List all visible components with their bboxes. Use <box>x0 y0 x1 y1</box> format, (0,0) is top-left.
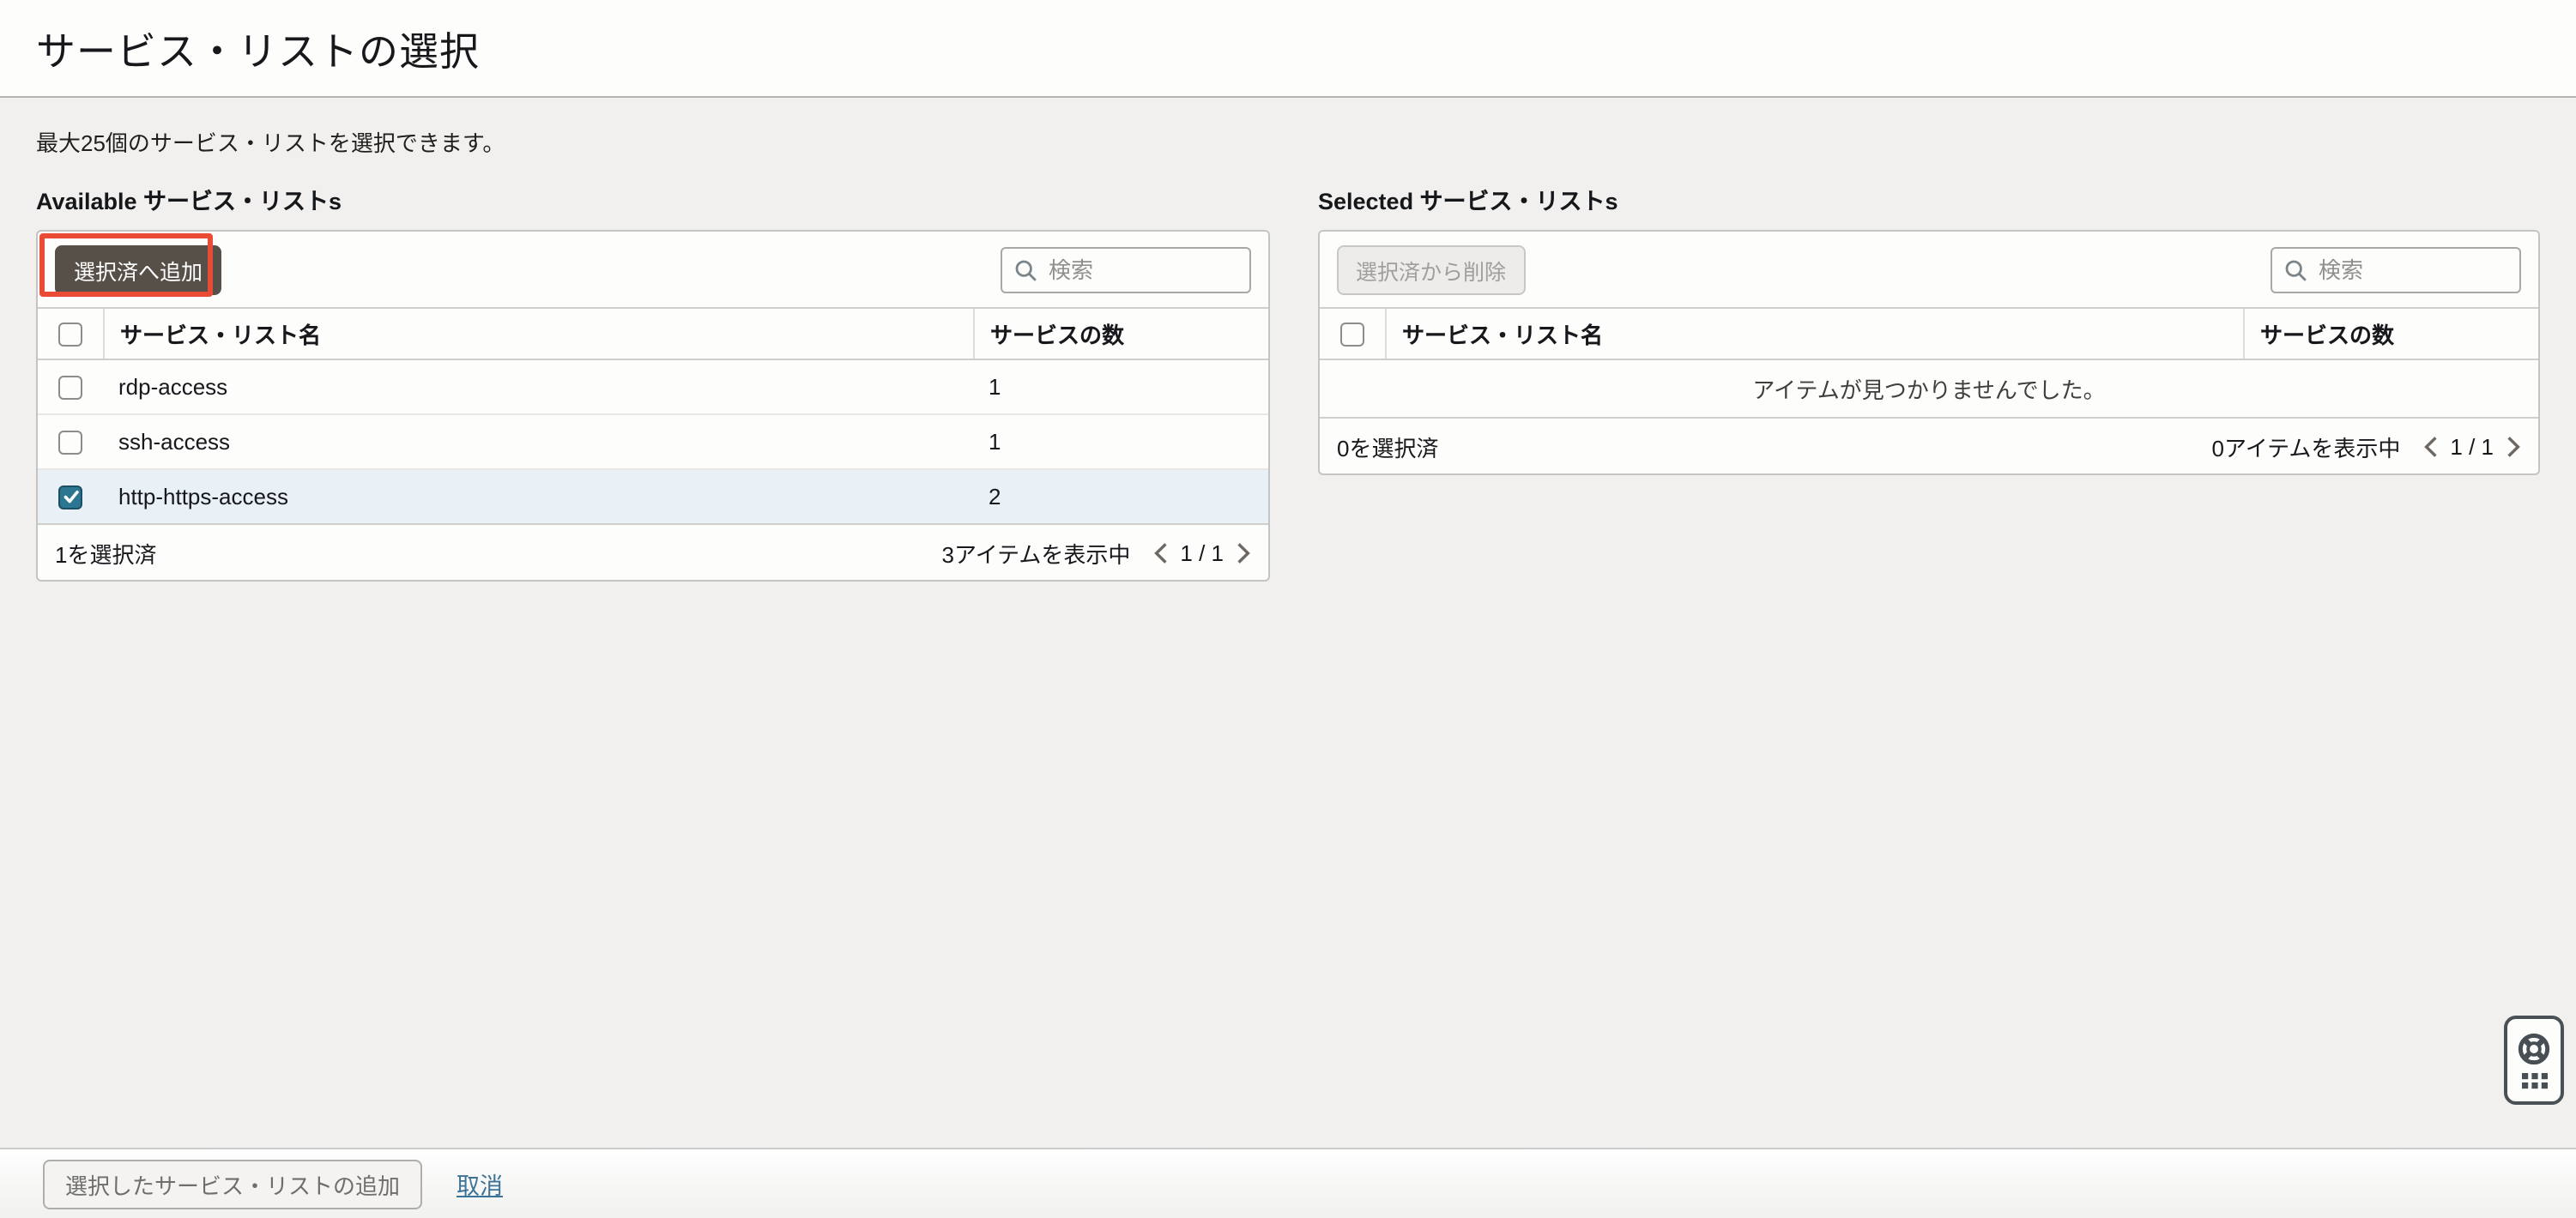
service-list-name: rdp-access <box>103 374 973 400</box>
showing-items-text: 3アイテムを表示中 <box>942 536 1131 569</box>
page-indicator: 1 / 1 <box>2450 433 2494 459</box>
available-section: Available サービス・リストs 選択済へ追加 <box>36 182 1270 582</box>
selected-count-text: 1を選択済 <box>55 536 156 569</box>
available-pager: 1 / 1 <box>1152 540 1251 565</box>
grid-dots-icon <box>2520 1072 2548 1089</box>
available-heading: Available サービス・リストs <box>36 182 1270 216</box>
page-subtitle: 最大25個のサービス・リストを選択できます。 <box>36 125 2540 158</box>
selected-toolbar: 選択済から削除 <box>1320 232 2538 309</box>
available-table-footer: 1を選択済 3アイテムを表示中 1 / 1 <box>38 523 1268 580</box>
lifebuoy-icon <box>2516 1031 2552 1067</box>
service-count: 2 <box>973 484 1268 510</box>
chevron-right-icon[interactable] <box>2506 435 2521 457</box>
help-widget[interactable] <box>2504 1016 2564 1105</box>
available-search <box>1001 246 1251 292</box>
empty-state-message: アイテムが見つかりませんでした。 <box>1320 360 2538 417</box>
service-count: 1 <box>973 429 1268 455</box>
available-table-header: サービス・リスト名 サービスの数 <box>38 309 1268 360</box>
available-table-body: rdp-access 1 ssh-access 1 http-https-acc… <box>38 360 1268 523</box>
selected-table-header: サービス・リスト名 サービスの数 <box>1320 309 2538 360</box>
available-toolbar: 選択済へ追加 <box>38 232 1268 309</box>
selected-pager: 1 / 1 <box>2422 433 2521 459</box>
row-checkbox[interactable] <box>58 485 82 509</box>
selected-search <box>2271 246 2521 292</box>
selected-heading: Selected サービス・リストs <box>1318 182 2540 216</box>
column-header-count: サービスの数 <box>2243 309 2538 359</box>
table-row[interactable]: rdp-access 1 <box>38 360 1268 413</box>
service-list-selection-page: サービス・リストの選択 最大25個のサービス・リストを選択できます。 Avail… <box>0 0 2576 1218</box>
row-checkbox[interactable] <box>58 375 82 399</box>
cancel-link[interactable]: 取消 <box>457 1167 503 1201</box>
page-title: サービス・リストの選択 <box>0 19 480 77</box>
selected-section: Selected サービス・リストs 選択済から削除 <box>1318 182 2540 475</box>
content-area: 最大25個のサービス・リストを選択できます。 Available サービス・リス… <box>0 98 2576 1218</box>
chevron-left-icon[interactable] <box>1152 541 1168 564</box>
row-checkbox[interactable] <box>58 430 82 454</box>
table-row[interactable]: ssh-access 1 <box>38 413 1268 468</box>
available-search-input[interactable] <box>1001 246 1251 292</box>
service-list-name: http-https-access <box>103 484 973 510</box>
title-bar: サービス・リストの選択 <box>0 0 2576 98</box>
showing-items-text: 0アイテムを表示中 <box>2212 430 2401 462</box>
add-to-selected-button[interactable]: 選択済へ追加 <box>55 244 221 294</box>
chevron-right-icon[interactable] <box>1236 541 1251 564</box>
selected-search-input[interactable] <box>2271 246 2521 292</box>
add-selected-service-lists-button[interactable]: 選択したサービス・リストの追加 <box>43 1159 422 1209</box>
select-all-checkbox[interactable] <box>1340 322 1364 346</box>
service-count: 1 <box>973 374 1268 400</box>
action-bar: 選択したサービス・リストの追加 取消 <box>0 1148 2576 1218</box>
remove-from-selected-button[interactable]: 選択済から削除 <box>1337 244 1525 294</box>
table-row[interactable]: http-https-access 2 <box>38 468 1268 523</box>
service-list-name: ssh-access <box>103 429 973 455</box>
column-header-count: サービスの数 <box>973 309 1268 359</box>
select-all-checkbox[interactable] <box>58 322 82 346</box>
page-indicator: 1 / 1 <box>1180 540 1224 565</box>
selected-card: 選択済から削除 サービス・リスト名 サービスの数 <box>1318 230 2540 475</box>
column-header-name: サービス・リスト名 <box>103 309 973 359</box>
selected-table-footer: 0を選択済 0アイテムを表示中 1 / 1 <box>1320 417 2538 473</box>
selected-count-text: 0を選択済 <box>1337 430 1438 462</box>
available-card: 選択済へ追加 サービス・リスト名 サービスの数 <box>36 230 1270 582</box>
chevron-left-icon[interactable] <box>2422 435 2438 457</box>
column-header-name: サービス・リスト名 <box>1385 309 2243 359</box>
